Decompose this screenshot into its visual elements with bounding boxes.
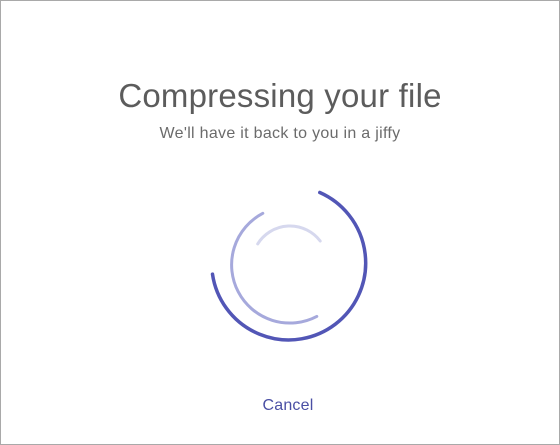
cancel-button[interactable]: Cancel [230, 394, 346, 418]
compressing-dialog: Compressing your file We'll have it back… [0, 0, 560, 445]
spinner-outer-arc [210, 190, 368, 342]
loading-spinner-icon [210, 190, 368, 342]
page-title: Compressing your file [118, 77, 442, 114]
subtitle: We'll have it back to you in a jiffy [159, 125, 401, 142]
spinner-inner-arc [256, 224, 322, 246]
